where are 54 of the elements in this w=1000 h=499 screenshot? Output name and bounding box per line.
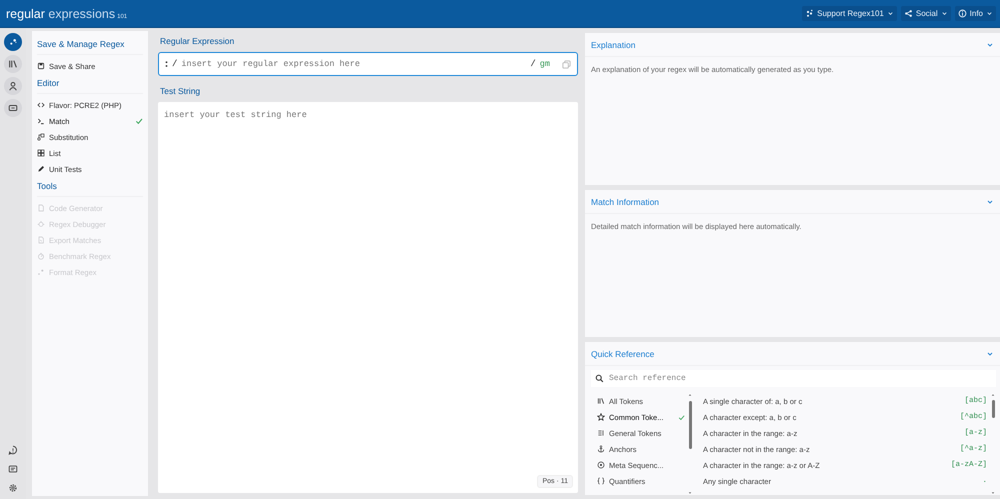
check-icon <box>135 117 143 125</box>
terminal-icon <box>37 117 45 125</box>
section-title: Tools <box>37 177 143 197</box>
save-icon <box>37 62 45 70</box>
anchor-icon <box>597 445 605 453</box>
chevron-down-icon <box>886 10 894 17</box>
delimiter: / <box>530 59 536 69</box>
dots-icon <box>37 268 45 276</box>
menu-button[interactable]: Info <box>954 6 996 21</box>
grid-icon <box>37 149 45 157</box>
section-title: Editor <box>37 74 143 94</box>
chevron-down-icon[interactable] <box>986 198 994 206</box>
library-icon <box>8 59 18 69</box>
pencil-icon <box>37 165 45 173</box>
user-icon <box>8 81 18 91</box>
chevron-down-icon <box>940 10 948 17</box>
section-title: Save & Manage Regex <box>37 35 143 55</box>
scrollbar[interactable] <box>990 393 996 495</box>
panel-header[interactable]: Quick Reference <box>585 342 1000 366</box>
info-icon <box>958 9 967 18</box>
list-icon <box>597 429 605 437</box>
chevron-down-icon[interactable] <box>986 40 994 48</box>
settings-icon[interactable] <box>8 483 18 493</box>
search-field[interactable]: Search reference <box>591 370 996 387</box>
menu-button[interactable]: Social <box>900 6 951 21</box>
chevron-down-icon[interactable] <box>986 350 994 358</box>
panel-header[interactable]: Match Information <box>585 190 1000 214</box>
regex-field[interactable]: / insert your regular expression here / gm <box>158 52 578 76</box>
chevron-down-icon <box>986 10 993 17</box>
library-icon <box>597 397 605 405</box>
code-icon <box>37 101 45 109</box>
rail-button[interactable] <box>4 55 22 73</box>
dots-icon[interactable] <box>165 60 168 68</box>
menu-button[interactable]: Support Regex101 <box>802 6 897 21</box>
chat-icon[interactable] <box>8 445 18 455</box>
braces-icon <box>597 477 605 485</box>
star-icon <box>597 413 605 421</box>
section-title: Test String <box>159 85 202 98</box>
section-title: Regular Expression <box>159 35 236 48</box>
scrollbar[interactable] <box>687 393 693 495</box>
stopwatch-icon <box>37 252 45 260</box>
share-icon <box>904 9 913 18</box>
delimiter: / <box>172 59 178 69</box>
rail-button[interactable] <box>4 77 22 95</box>
file-icon <box>37 204 45 212</box>
rail-button[interactable] <box>4 33 22 51</box>
regex-flags[interactable]: gm <box>540 59 550 69</box>
panel-header[interactable]: Explanation <box>585 33 1000 57</box>
rail-button[interactable] <box>4 99 22 117</box>
search-icon <box>595 374 604 383</box>
swap-icon <box>37 133 45 141</box>
target-icon <box>597 461 605 469</box>
card-icon <box>8 103 18 113</box>
check-icon <box>678 414 685 420</box>
